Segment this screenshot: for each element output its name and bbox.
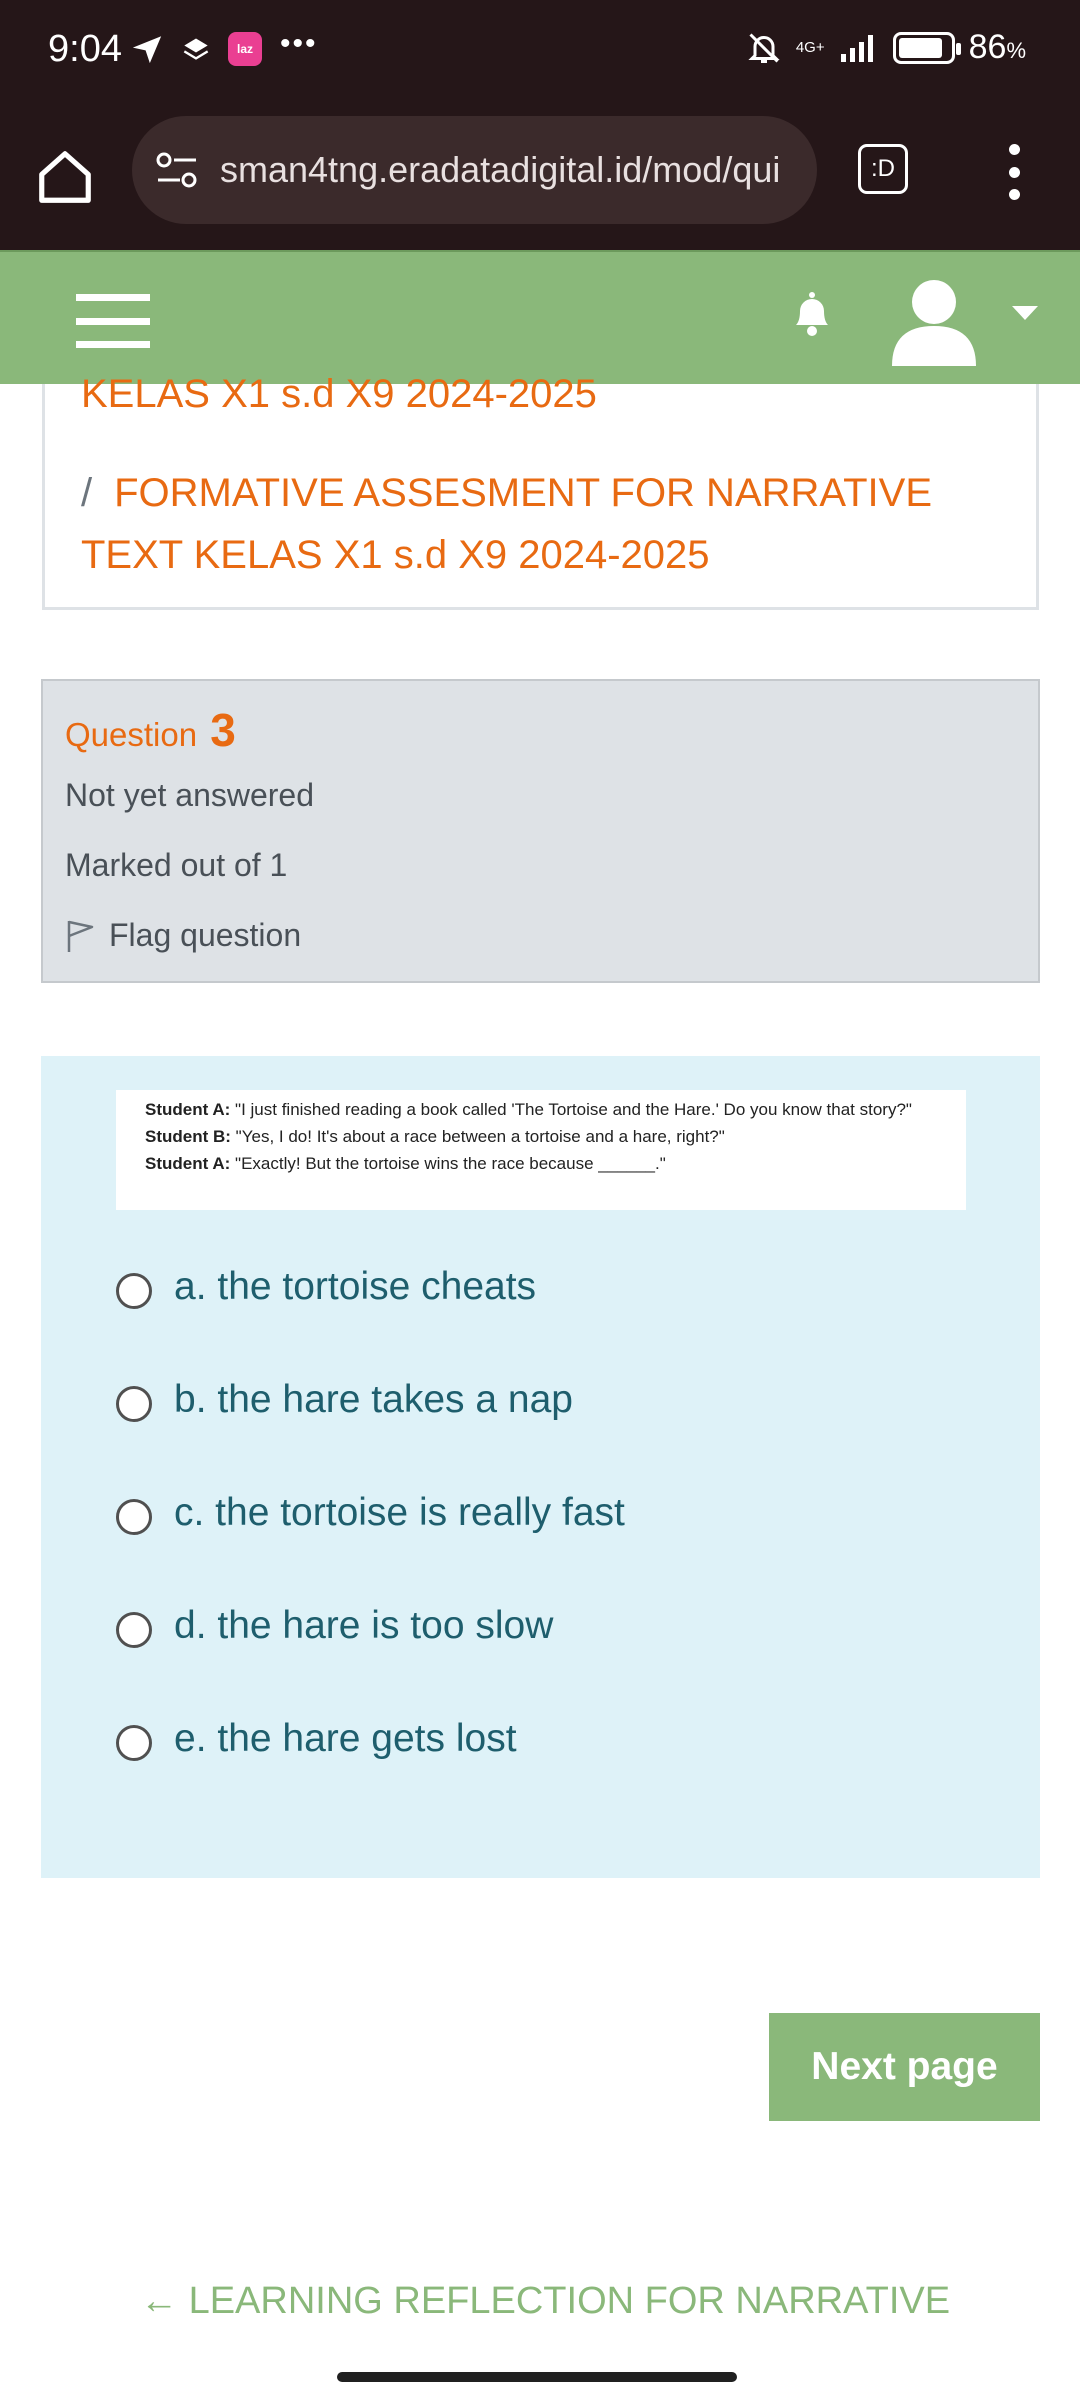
signal-icon — [840, 34, 873, 62]
status-time: 9:04 — [48, 28, 122, 70]
gesture-home-indicator[interactable] — [337, 2372, 737, 2382]
battery-icon — [892, 31, 961, 64]
dialog-line: Student B: "Yes, I do! It's about a race… — [145, 1127, 725, 1146]
question-grade: Marked out of 1 — [65, 847, 288, 883]
flag-icon — [67, 920, 94, 952]
radio-button[interactable] — [116, 1498, 152, 1535]
answer-option-c[interactable]: c. the tortoise is really fast — [116, 1456, 625, 1569]
dialog-line: Student A: "Exactly! But the tortoise wi… — [145, 1154, 666, 1173]
question-number: Question 3 — [65, 704, 236, 756]
radio-button[interactable] — [116, 1385, 152, 1422]
breadcrumb-item-quiz[interactable]: FORMATIVE ASSESMENT FOR NARRATIVE TEXT K… — [81, 471, 932, 577]
browser-toolbar: sman4tng.eradatadigital.id/mod/qui :D — [0, 108, 1080, 250]
user-menu-caret-icon[interactable] — [1012, 306, 1038, 320]
url-text[interactable]: sman4tng.eradatadigital.id/mod/qui — [220, 149, 780, 191]
answer-label[interactable]: d. the hare is too slow — [174, 1604, 553, 1648]
send-icon — [132, 36, 162, 64]
hamburger-menu-icon[interactable] — [76, 294, 150, 348]
next-page-button[interactable]: Next page — [769, 2013, 1040, 2121]
answer-label[interactable]: e. the hare gets lost — [174, 1717, 517, 1761]
tab-switcher-button[interactable]: :D — [858, 144, 908, 194]
site-navbar — [0, 250, 1080, 384]
dialog-line: Student A: "I just finished reading a bo… — [145, 1100, 912, 1119]
radio-button[interactable] — [116, 1272, 152, 1309]
radio-button[interactable] — [116, 1611, 152, 1648]
user-avatar-icon[interactable] — [886, 270, 982, 366]
home-icon[interactable] — [34, 146, 96, 208]
answer-label[interactable]: b. the hare takes a nap — [174, 1378, 573, 1422]
browser-menu-button[interactable] — [1000, 144, 1028, 200]
network-type: 4G+ — [795, 38, 825, 56]
question-info-panel: Question 3 Not yet answered Marked out o… — [41, 679, 1040, 983]
flag-question-button[interactable]: Flag question — [65, 917, 301, 954]
question-dialog-image: Student A: "I just finished reading a bo… — [116, 1090, 966, 1210]
answer-option-d[interactable]: d. the hare is too slow — [116, 1569, 625, 1682]
flag-question-label[interactable]: Flag question — [109, 917, 301, 954]
breadcrumb-separator: / — [81, 471, 93, 515]
status-bar: 9:04 laz ••• 4G+ 86% — [0, 0, 1080, 108]
address-bar[interactable]: sman4tng.eradatadigital.id/mod/qui — [132, 116, 817, 224]
question-state: Not yet answered — [65, 777, 315, 813]
answer-option-a[interactable]: a. the tortoise cheats — [116, 1230, 625, 1343]
arrow-left-icon: ← — [140, 2280, 178, 2322]
answer-option-b[interactable]: b. the hare takes a nap — [116, 1343, 625, 1456]
lazada-app-icon: laz — [228, 32, 262, 66]
layers-icon — [183, 38, 209, 60]
breadcrumb: KELAS X1 s.d X9 2024-2025 /FORMATIVE ASS… — [42, 372, 1039, 610]
answer-label[interactable]: c. the tortoise is really fast — [174, 1491, 625, 1535]
answer-option-e[interactable]: e. the hare gets lost — [116, 1682, 625, 1795]
more-notifications-icon: ••• — [280, 27, 318, 60]
battery-percent-sign: % — [1006, 38, 1026, 63]
question-content: Student A: "I just finished reading a bo… — [41, 1056, 1040, 1878]
notification-bell-icon[interactable] — [788, 286, 836, 340]
previous-activity-link[interactable]: ← LEARNING REFLECTION FOR NARRATIVE TEXT… — [140, 2268, 960, 2350]
battery-percent: 86 — [968, 28, 1007, 66]
radio-button[interactable] — [116, 1724, 152, 1761]
bell-off-icon — [748, 32, 780, 63]
breadcrumb-item-course[interactable]: KELAS X1 s.d X9 2024-2025 — [81, 372, 597, 417]
battery-level — [898, 37, 942, 58]
previous-activity-label[interactable]: LEARNING REFLECTION FOR NARRATIVE TEXT K… — [140, 2280, 950, 2350]
site-settings-icon[interactable] — [154, 150, 200, 190]
answer-options: a. the tortoise cheats b. the hare takes… — [116, 1230, 625, 1795]
answer-label[interactable]: a. the tortoise cheats — [174, 1265, 536, 1309]
